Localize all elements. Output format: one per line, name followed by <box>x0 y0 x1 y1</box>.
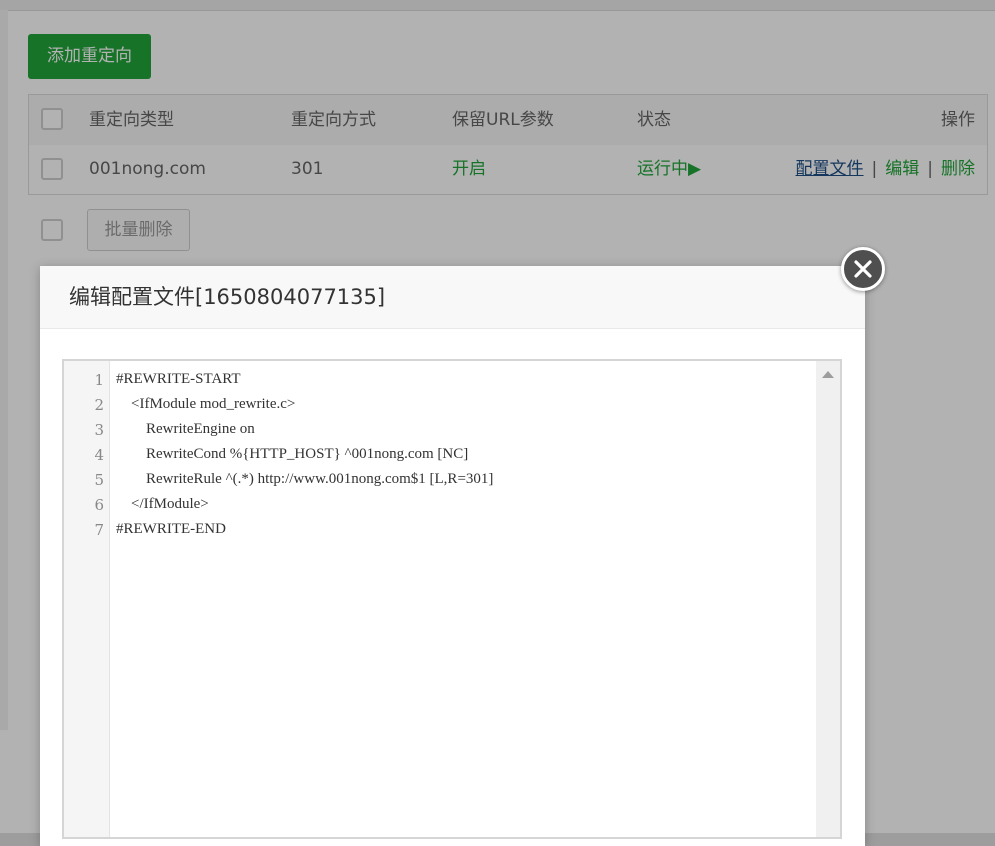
line-number-gutter: 1 2 3 4 5 6 7 <box>64 361 110 837</box>
close-button[interactable] <box>841 247 885 291</box>
code-line[interactable]: RewriteEngine on <box>116 421 255 438</box>
line-number: 3 <box>94 421 104 439</box>
code-line[interactable]: <IfModule mod_rewrite.c> <box>116 396 295 413</box>
editor-scrollbar[interactable] <box>816 361 840 837</box>
code-line[interactable]: RewriteRule ^(.*) http://www.001nong.com… <box>116 471 493 488</box>
code-line[interactable]: #REWRITE-START <box>116 371 241 388</box>
modal-title: 编辑配置文件[1650804077135] <box>69 285 386 309</box>
scroll-up-arrow-icon[interactable] <box>822 371 834 378</box>
code-line[interactable]: #REWRITE-END <box>116 521 226 538</box>
code-line[interactable]: RewriteCond %{HTTP_HOST} ^001nong.com [N… <box>116 446 468 463</box>
code-line[interactable]: </IfModule> <box>116 496 209 513</box>
line-number: 7 <box>94 521 104 539</box>
line-number: 6 <box>94 496 104 514</box>
modal-header: 编辑配置文件[1650804077135] <box>40 266 865 329</box>
line-number: 5 <box>94 471 104 489</box>
line-number: 2 <box>94 396 104 414</box>
close-icon <box>854 260 872 278</box>
config-editor[interactable]: 1 2 3 4 5 6 7 #REWRITE-START <IfModule m… <box>62 359 842 839</box>
line-number: 1 <box>94 371 104 389</box>
line-number: 4 <box>94 446 104 464</box>
